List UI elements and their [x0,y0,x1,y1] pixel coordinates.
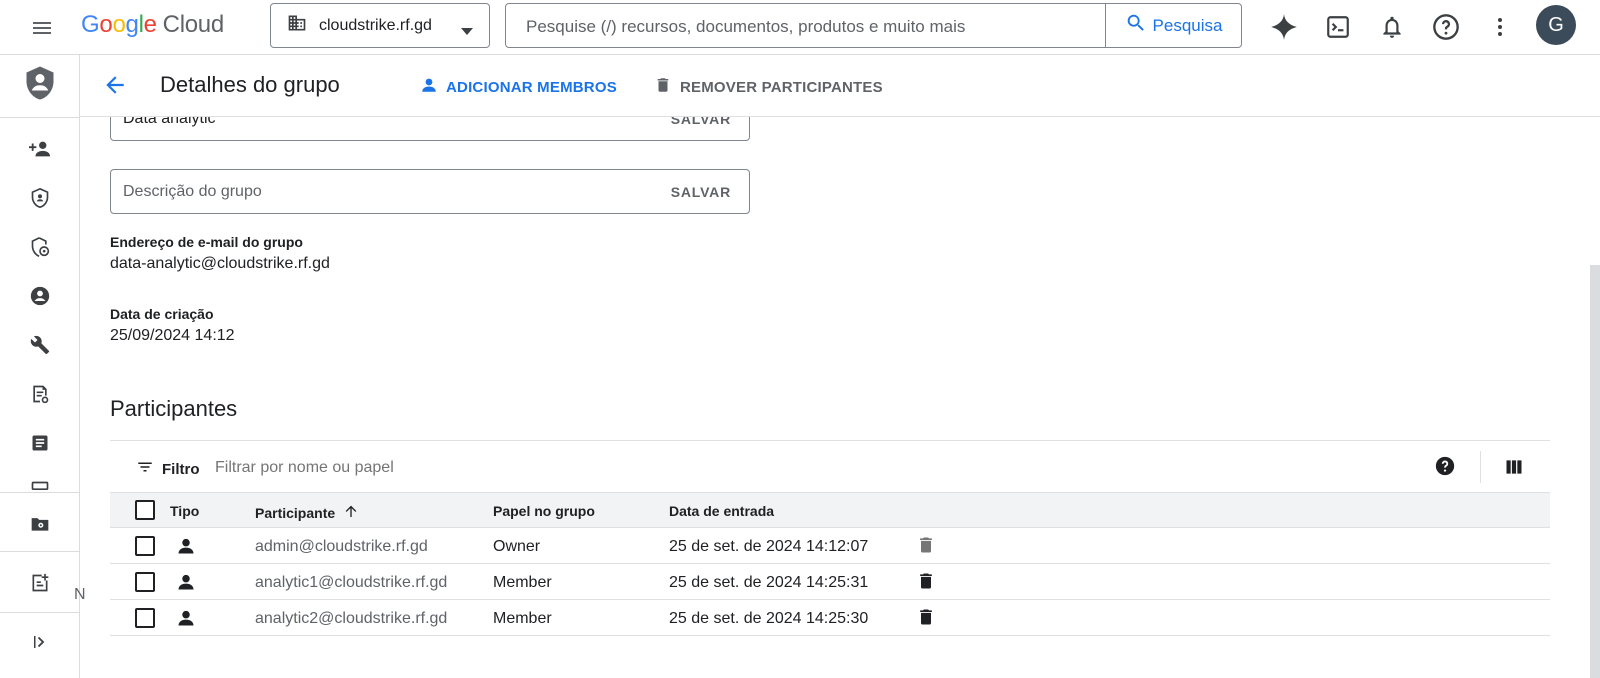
iam-shield-icon[interactable] [22,65,58,101]
page-title: Detalhes do grupo [160,72,340,97]
column-header-joined[interactable]: Data de entrada [669,503,774,519]
person-type-icon [176,536,196,561]
project-picker[interactable]: cloudstrike.rf.gd [270,3,490,48]
save-description-button[interactable]: SALVAR [671,184,731,200]
sort-ascending-icon [343,503,359,522]
table-help-icon[interactable] [1434,455,1456,482]
column-header-role[interactable]: Papel no grupo [493,503,595,519]
table-header-row: Tipo Participante Papel no grupo Data de… [110,492,1550,528]
filter-divider [1480,451,1481,483]
add-person-icon[interactable] [28,137,52,161]
delete-icon[interactable] [916,535,936,560]
participant-email[interactable]: analytic1@cloudstrike.rf.gd [255,574,447,592]
search-bar[interactable]: Pesquise (/) recursos, documentos, produ… [505,3,1242,48]
account-avatar[interactable]: G [1536,5,1576,45]
left-navigation-rail: N [0,55,86,678]
group-description-field[interactable]: Descrição do grupo SALVAR [110,169,750,214]
help-icon[interactable] [1431,12,1461,42]
top-bar: Google Cloud cloudstrike.rf.gd Pesquise (… [0,0,1600,55]
participant-role: Member [493,574,552,591]
google-cloud-logo[interactable]: Google Cloud [81,11,224,39]
audit-document-icon[interactable] [28,382,52,406]
filter-button[interactable]: Filtro [136,458,200,480]
search-button-label: Pesquisa [1152,15,1223,35]
trash-icon [654,76,672,98]
chevron-down-icon [461,23,473,41]
release-notes-icon[interactable] [28,571,52,595]
account-circle-icon[interactable] [28,284,52,308]
expand-rail-icon[interactable] [28,630,52,654]
column-header-participant[interactable]: Participante [255,503,359,522]
policy-shield-icon[interactable] [28,235,52,259]
person-type-icon [176,608,196,633]
column-header-type[interactable]: Tipo [170,503,199,519]
participant-role: Member [493,610,552,627]
group-email-label: Endereço de e-mail do grupo [110,234,303,250]
more-vert-icon[interactable] [1485,12,1515,42]
table-row: analytic2@cloudstrike.rf.gd Member 25 de… [110,600,1550,636]
project-name: cloudstrike.rf.gd [319,16,432,34]
participant-email[interactable]: analytic2@cloudstrike.rf.gd [255,610,447,628]
folder-settings-icon[interactable] [28,512,52,536]
organization-icon [287,13,307,38]
main-menu-icon[interactable] [28,14,56,42]
participant-joined: 25 de set. de 2024 14:25:30 [669,610,869,627]
table-row: admin@cloudstrike.rf.gd Owner 25 de set.… [110,528,1550,564]
participant-joined: 25 de set. de 2024 14:12:07 [669,538,869,555]
add-members-button[interactable]: ADICIONAR MEMBROS [420,76,617,98]
delete-icon[interactable] [916,571,936,596]
gemini-sparkle-icon[interactable] [1269,12,1299,42]
article-icon[interactable] [28,431,52,455]
back-arrow-icon[interactable] [102,72,128,103]
participant-email[interactable]: admin@cloudstrike.rf.gd [255,538,428,556]
row-checkbox[interactable] [135,572,155,592]
page-header: Detalhes do grupo ADICIONAR MEMBROS REMO… [80,55,1600,117]
filter-list-icon [136,458,154,480]
rail-truncated-label: N [74,586,86,603]
page-scrollbar[interactable] [1590,265,1600,678]
table-row: analytic1@cloudstrike.rf.gd Member 25 de… [110,564,1550,600]
remove-participants-button[interactable]: REMOVER PARTICIPANTES [654,76,883,98]
row-checkbox[interactable] [135,536,155,556]
search-button[interactable]: Pesquisa [1105,4,1241,47]
description-input[interactable]: Descrição do grupo [123,183,262,201]
filter-input[interactable]: Filtrar por nome ou papel [215,459,394,477]
person-type-icon [176,572,196,597]
partial-nav-icon[interactable] [28,480,52,490]
cloud-shell-icon[interactable] [1323,12,1353,42]
creation-date-value: 25/09/2024 14:12 [110,327,235,344]
select-all-checkbox[interactable] [135,500,155,520]
creation-date-label: Data de criação [110,306,214,322]
security-shield-icon[interactable] [28,186,52,210]
delete-icon[interactable] [916,607,936,632]
participant-role: Owner [493,538,541,555]
search-input[interactable]: Pesquise (/) recursos, documentos, produ… [526,17,965,37]
participants-heading: Participantes [110,396,238,421]
search-icon [1125,12,1147,39]
wrench-icon[interactable] [28,333,52,357]
notifications-bell-icon[interactable] [1377,12,1407,42]
column-display-icon[interactable] [1504,457,1524,482]
filter-bar: Filtro Filtrar por nome ou papel [110,440,1550,492]
row-checkbox[interactable] [135,608,155,628]
participant-joined: 25 de set. de 2024 14:25:31 [669,574,869,591]
person-icon [420,76,438,98]
group-email-value: data-analytic@cloudstrike.rf.gd [110,255,330,272]
